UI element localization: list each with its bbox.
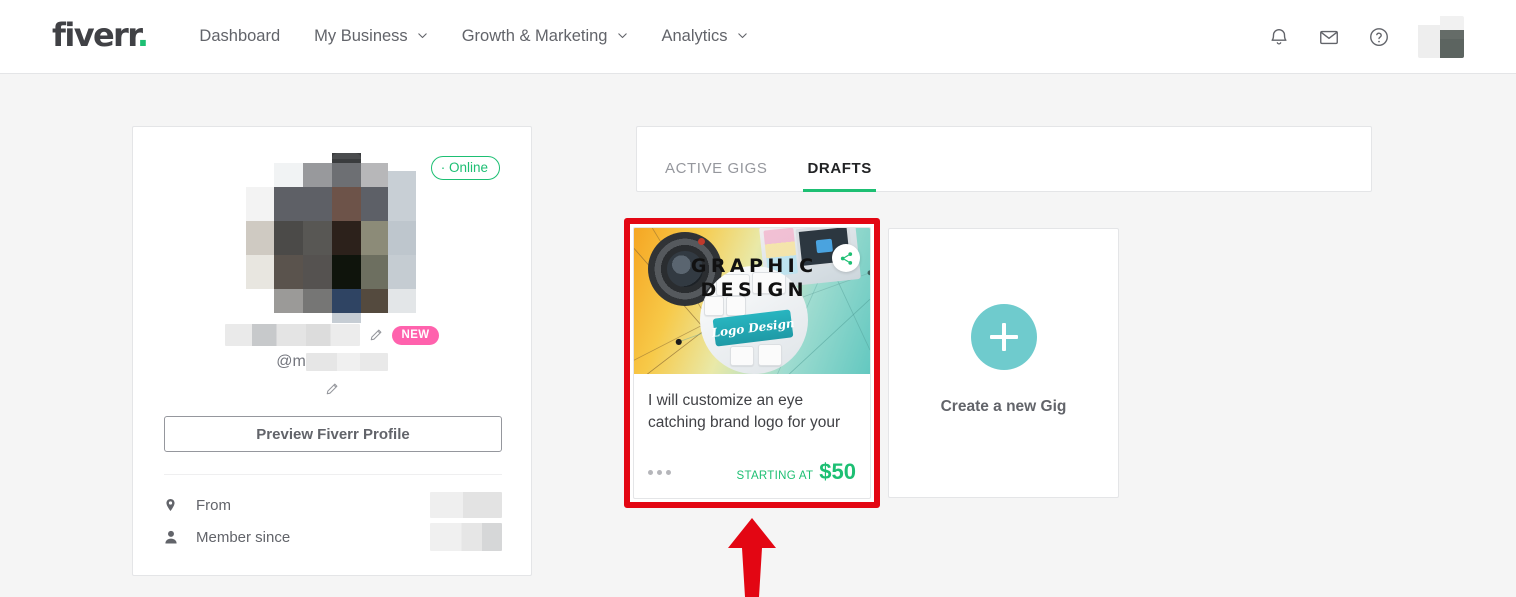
plus-icon[interactable] xyxy=(971,304,1037,370)
profile-info-member-since: Member since xyxy=(164,524,502,550)
help-question-icon[interactable] xyxy=(1368,26,1390,48)
info-value-from-redacted xyxy=(430,492,502,518)
gigs-tabs-bar: ACTIVE GIGS DRAFTS xyxy=(636,126,1372,192)
logo-text: fiverr xyxy=(52,16,137,54)
starting-at-label: STARTING AT xyxy=(737,470,814,482)
top-header: fiverr. Dashboard My Business Growth & M… xyxy=(0,0,1516,74)
nav-item-my-business[interactable]: My Business xyxy=(302,21,440,52)
pencil-edit-icon[interactable] xyxy=(369,328,383,342)
inbox-envelope-icon[interactable] xyxy=(1318,26,1340,48)
info-value-member-since-redacted xyxy=(430,523,502,551)
status-badge: · Online xyxy=(431,156,500,180)
gig-footer: STARTING AT $50 xyxy=(634,460,870,498)
location-pin-icon xyxy=(164,497,180,513)
username-prefix: @m xyxy=(276,353,306,371)
red-arrow-pointing-up-icon xyxy=(726,518,778,597)
header-actions xyxy=(1268,16,1464,58)
profile-card: · Online xyxy=(132,126,532,576)
gig-card-wrapper: Logo Design GRAPHIC DESIGN I wil xyxy=(624,218,880,508)
chevron-down-icon xyxy=(737,30,748,41)
nav-label: Analytics xyxy=(662,27,728,46)
nav-item-analytics[interactable]: Analytics xyxy=(650,21,760,52)
main-nav: Dashboard My Business Growth & Marketing… xyxy=(187,21,759,52)
gig-card[interactable]: Logo Design GRAPHIC DESIGN I wil xyxy=(633,227,871,499)
share-icon[interactable] xyxy=(832,244,860,272)
thumbnail-lens-dot xyxy=(698,238,705,245)
new-badge: NEW xyxy=(392,326,438,345)
page-root: fiverr. Dashboard My Business Growth & M… xyxy=(0,0,1516,597)
nav-label: My Business xyxy=(314,27,408,46)
profile-divider xyxy=(164,474,502,475)
profile-name-redacted xyxy=(225,324,360,346)
thumbnail-logo-design-key: Logo Design xyxy=(713,309,794,346)
logo-design-key-label: Logo Design xyxy=(711,316,796,340)
thumbnail-title-line2: DESIGN xyxy=(634,278,870,302)
create-new-gig-card[interactable]: Create a new Gig xyxy=(888,228,1119,498)
gig-price: $50 xyxy=(819,459,856,485)
nav-item-dashboard[interactable]: Dashboard xyxy=(187,21,292,52)
info-label-member-since: Member since xyxy=(196,529,290,546)
profile-username-row: @m xyxy=(133,353,531,371)
gig-title: I will customize an eye catching brand l… xyxy=(634,374,870,460)
nav-label: Growth & Marketing xyxy=(462,27,608,46)
red-highlight-box: Logo Design GRAPHIC DESIGN I wil xyxy=(624,218,880,508)
avatar[interactable] xyxy=(1418,16,1464,58)
profile-description-edit-row xyxy=(133,382,531,396)
tab-drafts[interactable]: DRAFTS xyxy=(803,160,875,191)
chevron-down-icon xyxy=(617,30,628,41)
info-label-from: From xyxy=(196,497,231,514)
more-options-dots-icon[interactable] xyxy=(648,470,671,475)
nav-item-growth-marketing[interactable]: Growth & Marketing xyxy=(450,21,640,52)
person-icon xyxy=(164,529,180,545)
profile-avatar[interactable] xyxy=(246,153,416,323)
gig-price-block: STARTING AT $50 xyxy=(737,459,857,485)
pencil-edit-icon[interactable] xyxy=(325,382,339,396)
create-new-gig-label: Create a new Gig xyxy=(941,398,1067,416)
notifications-bell-icon[interactable] xyxy=(1268,26,1290,48)
profile-name-row: NEW xyxy=(133,324,531,346)
red-arrow-annotation xyxy=(726,518,778,597)
tab-active-gigs[interactable]: ACTIVE GIGS xyxy=(661,160,771,191)
chevron-down-icon xyxy=(417,30,428,41)
fiverr-logo[interactable]: fiverr. xyxy=(52,19,147,51)
username-redacted xyxy=(306,353,388,371)
gig-thumbnail[interactable]: Logo Design GRAPHIC DESIGN xyxy=(634,228,870,374)
nav-label: Dashboard xyxy=(199,27,280,46)
profile-info-from: From xyxy=(164,492,502,518)
logo-dot: . xyxy=(137,16,148,54)
preview-fiverr-profile-button[interactable]: Preview Fiverr Profile xyxy=(164,416,502,452)
